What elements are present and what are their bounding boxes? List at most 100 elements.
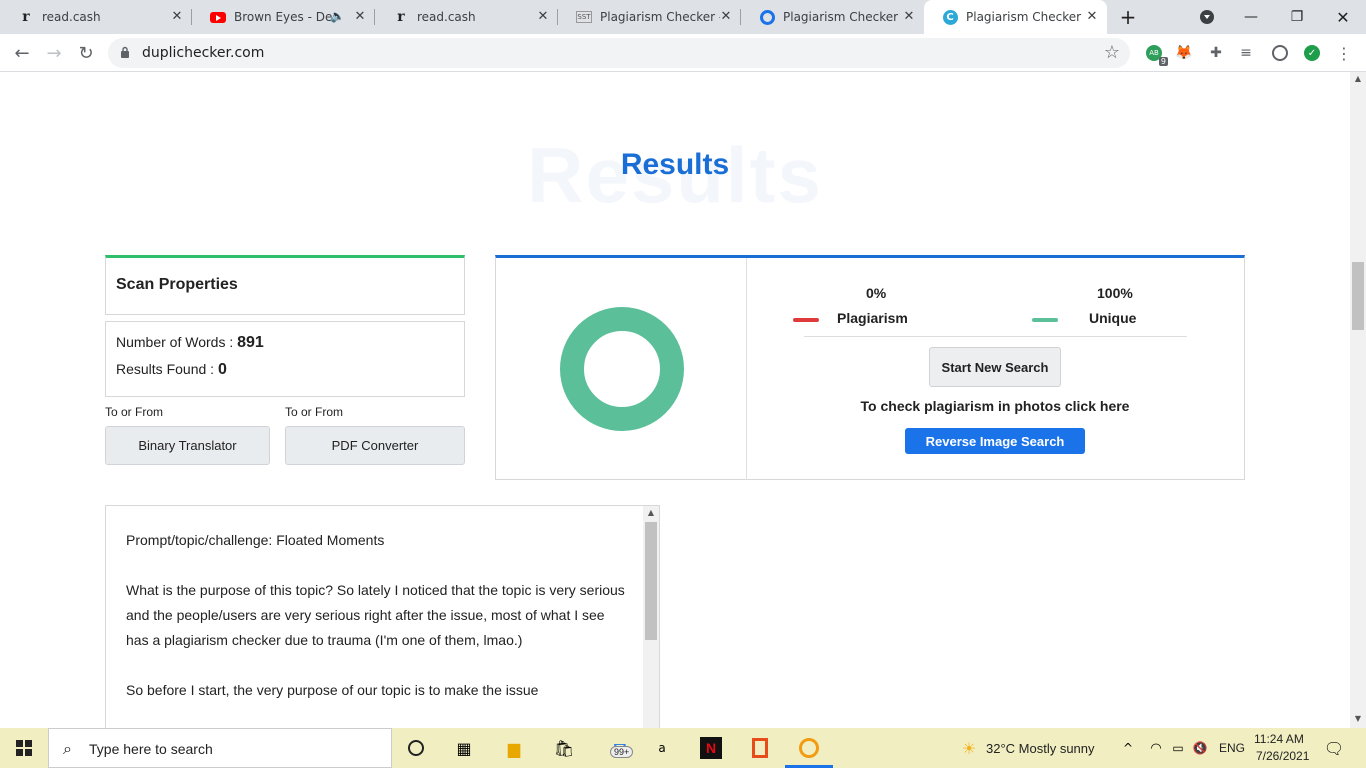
page-content: Results Results Scan Properties Number o…	[0, 72, 1350, 728]
close-tab-icon[interactable]: ✕	[536, 10, 550, 24]
tab-search-icon[interactable]	[1184, 0, 1230, 34]
page-title: Results	[620, 148, 730, 181]
read-cash-favicon-icon: r	[397, 9, 405, 25]
pdf-converter-button[interactable]: PDF Converter	[285, 426, 465, 465]
textbox-scroll-up-icon[interactable]: ▲	[645, 508, 657, 517]
profile-avatar-icon[interactable]	[1270, 43, 1290, 63]
brave-browser-icon[interactable]	[797, 736, 821, 760]
textbox-scroll-thumb[interactable]	[645, 522, 657, 640]
page-scroll-thumb[interactable]	[1352, 262, 1364, 330]
tab-title: Brown Eyes - Dest	[234, 10, 334, 24]
plagiarism-label: Plagiarism	[837, 310, 908, 326]
read-cash-favicon-icon: r	[22, 9, 30, 25]
weather-text[interactable]: 32°C Mostly sunny	[986, 741, 1095, 756]
clock-date[interactable]: 7/26/2021	[1256, 749, 1309, 763]
text-paragraph: What is the purpose of this topic? So la…	[126, 582, 625, 648]
metamask-fox-icon[interactable]: 🦊	[1174, 43, 1194, 63]
search-icon: ⌕	[63, 739, 72, 758]
amazon-icon[interactable]: a	[650, 736, 674, 760]
adblock-extension-icon[interactable]: AB 9	[1144, 43, 1168, 66]
unique-percent: 100%	[1097, 285, 1133, 301]
window-close-icon[interactable]: ✕	[1320, 0, 1366, 34]
text-paragraph: Prompt/topic/challenge: Floated Moments	[126, 532, 385, 548]
forward-arrow-icon[interactable]: →	[40, 39, 68, 67]
restore-icon[interactable]: ❐	[1274, 0, 1320, 34]
speaker-icon[interactable]: 🔈	[330, 9, 345, 23]
bookmark-star-icon[interactable]: ☆	[1104, 42, 1120, 63]
close-tab-icon[interactable]: ✕	[719, 10, 733, 24]
taskbar-search-placeholder: Type here to search	[89, 741, 213, 757]
extensions-puzzle-icon[interactable]: ✚	[1206, 43, 1226, 63]
tab-duplichecker[interactable]: C Plagiarism Checker | 1 ✕	[924, 0, 1107, 34]
file-explorer-icon[interactable]: ▆	[502, 736, 526, 760]
plagiarism-legend-swatch	[793, 318, 819, 322]
shield-check-icon[interactable]: ✓	[1302, 43, 1322, 63]
close-tab-icon[interactable]: ✕	[170, 10, 184, 24]
tab-plagiarism-sst[interactable]: SST Plagiarism Checker - 1 ✕	[558, 0, 741, 34]
tab-plagiarism-free[interactable]: Plagiarism Checker Fre ✕	[741, 0, 924, 34]
network-icon[interactable]: ◠	[1144, 736, 1168, 760]
duplichecker-favicon-icon: C	[942, 9, 958, 25]
back-arrow-icon[interactable]: ←	[8, 39, 36, 67]
mail-icon[interactable]: ✉ 99+	[602, 736, 638, 760]
page-scrollbar[interactable]	[1350, 72, 1366, 728]
minimize-icon[interactable]: —	[1228, 0, 1274, 34]
legend-divider	[804, 336, 1187, 337]
clock-time[interactable]: 11:24 AM	[1254, 732, 1304, 746]
tab-title: Plagiarism Checker Fre	[783, 10, 903, 24]
cortana-icon[interactable]	[404, 736, 428, 760]
close-tab-icon[interactable]: ✕	[353, 10, 367, 24]
close-tab-icon[interactable]: ✕	[1085, 10, 1099, 24]
plagiarism-percent: 0%	[866, 285, 887, 301]
binary-tofrom-label: To or From	[105, 405, 164, 419]
submitted-text: Prompt/topic/challenge: Floated Moments …	[126, 528, 626, 728]
office-icon[interactable]	[748, 736, 772, 760]
scan-stats: Number of Words : 891 Results Found : 0	[105, 321, 465, 397]
plagiarism-donut-chart	[560, 307, 684, 431]
weather-icon[interactable]: ☀	[957, 736, 981, 760]
submitted-text-box[interactable]: Prompt/topic/challenge: Floated Moments …	[105, 505, 660, 728]
screen: r read.cash ✕ Brown Eyes - Dest 🔈 ✕ r re…	[0, 0, 1366, 768]
volume-muted-icon[interactable]: 🔇	[1188, 736, 1212, 760]
netflix-icon[interactable]: N	[699, 736, 723, 760]
battery-icon[interactable]: ▭	[1166, 736, 1190, 760]
mail-badge: 99+	[610, 746, 634, 758]
text-paragraph: So before I start, the very purpose of o…	[126, 682, 539, 698]
tab-brown-eyes[interactable]: Brown Eyes - Dest 🔈 ✕	[192, 0, 375, 34]
result-card: 0% Plagiarism 100% Unique Start New Sear…	[495, 255, 1245, 480]
browser-toolbar: ← → ↻ duplichecker.com ☆ AB 9 🦊 ✚ ≡ ✓ ⋮	[0, 34, 1366, 72]
browser-menu-icon[interactable]: ⋮	[1334, 43, 1354, 63]
scan-properties-heading: Scan Properties	[116, 276, 238, 293]
close-tab-icon[interactable]: ✕	[902, 10, 916, 24]
card-divider	[746, 258, 747, 480]
page-scroll-up-icon[interactable]: ▲	[1352, 74, 1364, 84]
reload-icon[interactable]: ↻	[72, 39, 100, 67]
search-favicon-icon	[759, 9, 775, 25]
notifications-icon[interactable]: 🗨	[1322, 736, 1346, 760]
reverse-image-search-button[interactable]: Reverse Image Search	[905, 428, 1085, 454]
windows-start-icon[interactable]	[0, 728, 48, 768]
new-tab-icon[interactable]: +	[1110, 0, 1146, 34]
start-new-search-button[interactable]: Start New Search	[929, 347, 1061, 387]
extension-badge: 9	[1158, 57, 1168, 66]
tab-read-cash-2[interactable]: r read.cash ✕	[375, 0, 558, 34]
url-text[interactable]: duplichecker.com	[142, 45, 264, 61]
taskbar: ⌕ Type here to search ▦ ▆ 🛍 ✉ 99+ a N ☀ …	[0, 728, 1366, 768]
results-found-value: 0	[217, 361, 227, 378]
tab-title: Plagiarism Checker - 1	[600, 10, 720, 24]
binary-translator-button[interactable]: Binary Translator	[105, 426, 270, 465]
address-bar[interactable]: duplichecker.com ☆	[108, 38, 1130, 68]
taskbar-search[interactable]: ⌕ Type here to search	[48, 728, 392, 768]
language-indicator[interactable]: ENG	[1219, 741, 1245, 755]
sst-favicon-icon: SST	[576, 11, 592, 23]
store-icon[interactable]: 🛍	[552, 736, 576, 760]
page-scroll-down-icon[interactable]: ▼	[1352, 714, 1364, 724]
tab-strip: r read.cash ✕ Brown Eyes - Dest 🔈 ✕ r re…	[0, 0, 1366, 34]
task-view-icon[interactable]: ▦	[452, 736, 476, 760]
tab-title: Plagiarism Checker | 1	[966, 10, 1086, 24]
word-count: Number of Words : 891	[116, 334, 264, 351]
media-queue-icon[interactable]: ≡	[1236, 43, 1256, 63]
tray-chevron-up-icon[interactable]: ^	[1116, 736, 1140, 760]
tab-read-cash-1[interactable]: r read.cash ✕	[0, 0, 192, 34]
unique-legend-swatch	[1032, 318, 1058, 322]
